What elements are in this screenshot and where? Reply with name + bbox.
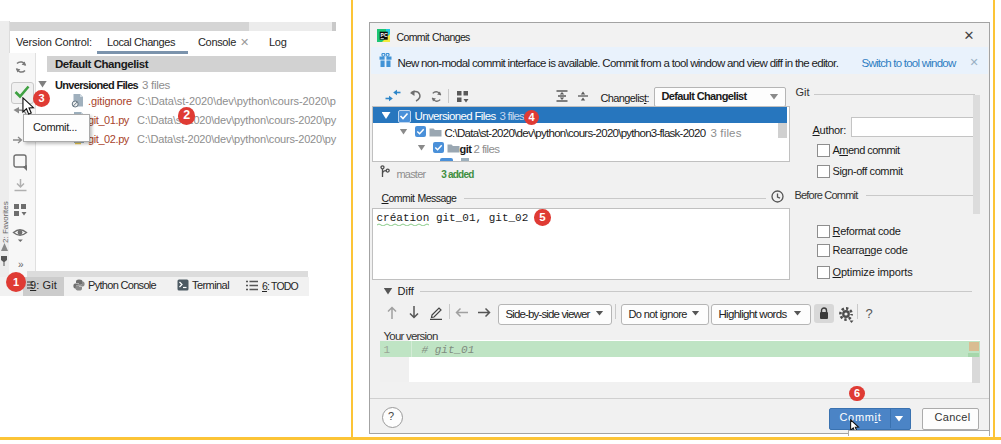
svg-text:PC: PC: [380, 32, 387, 38]
